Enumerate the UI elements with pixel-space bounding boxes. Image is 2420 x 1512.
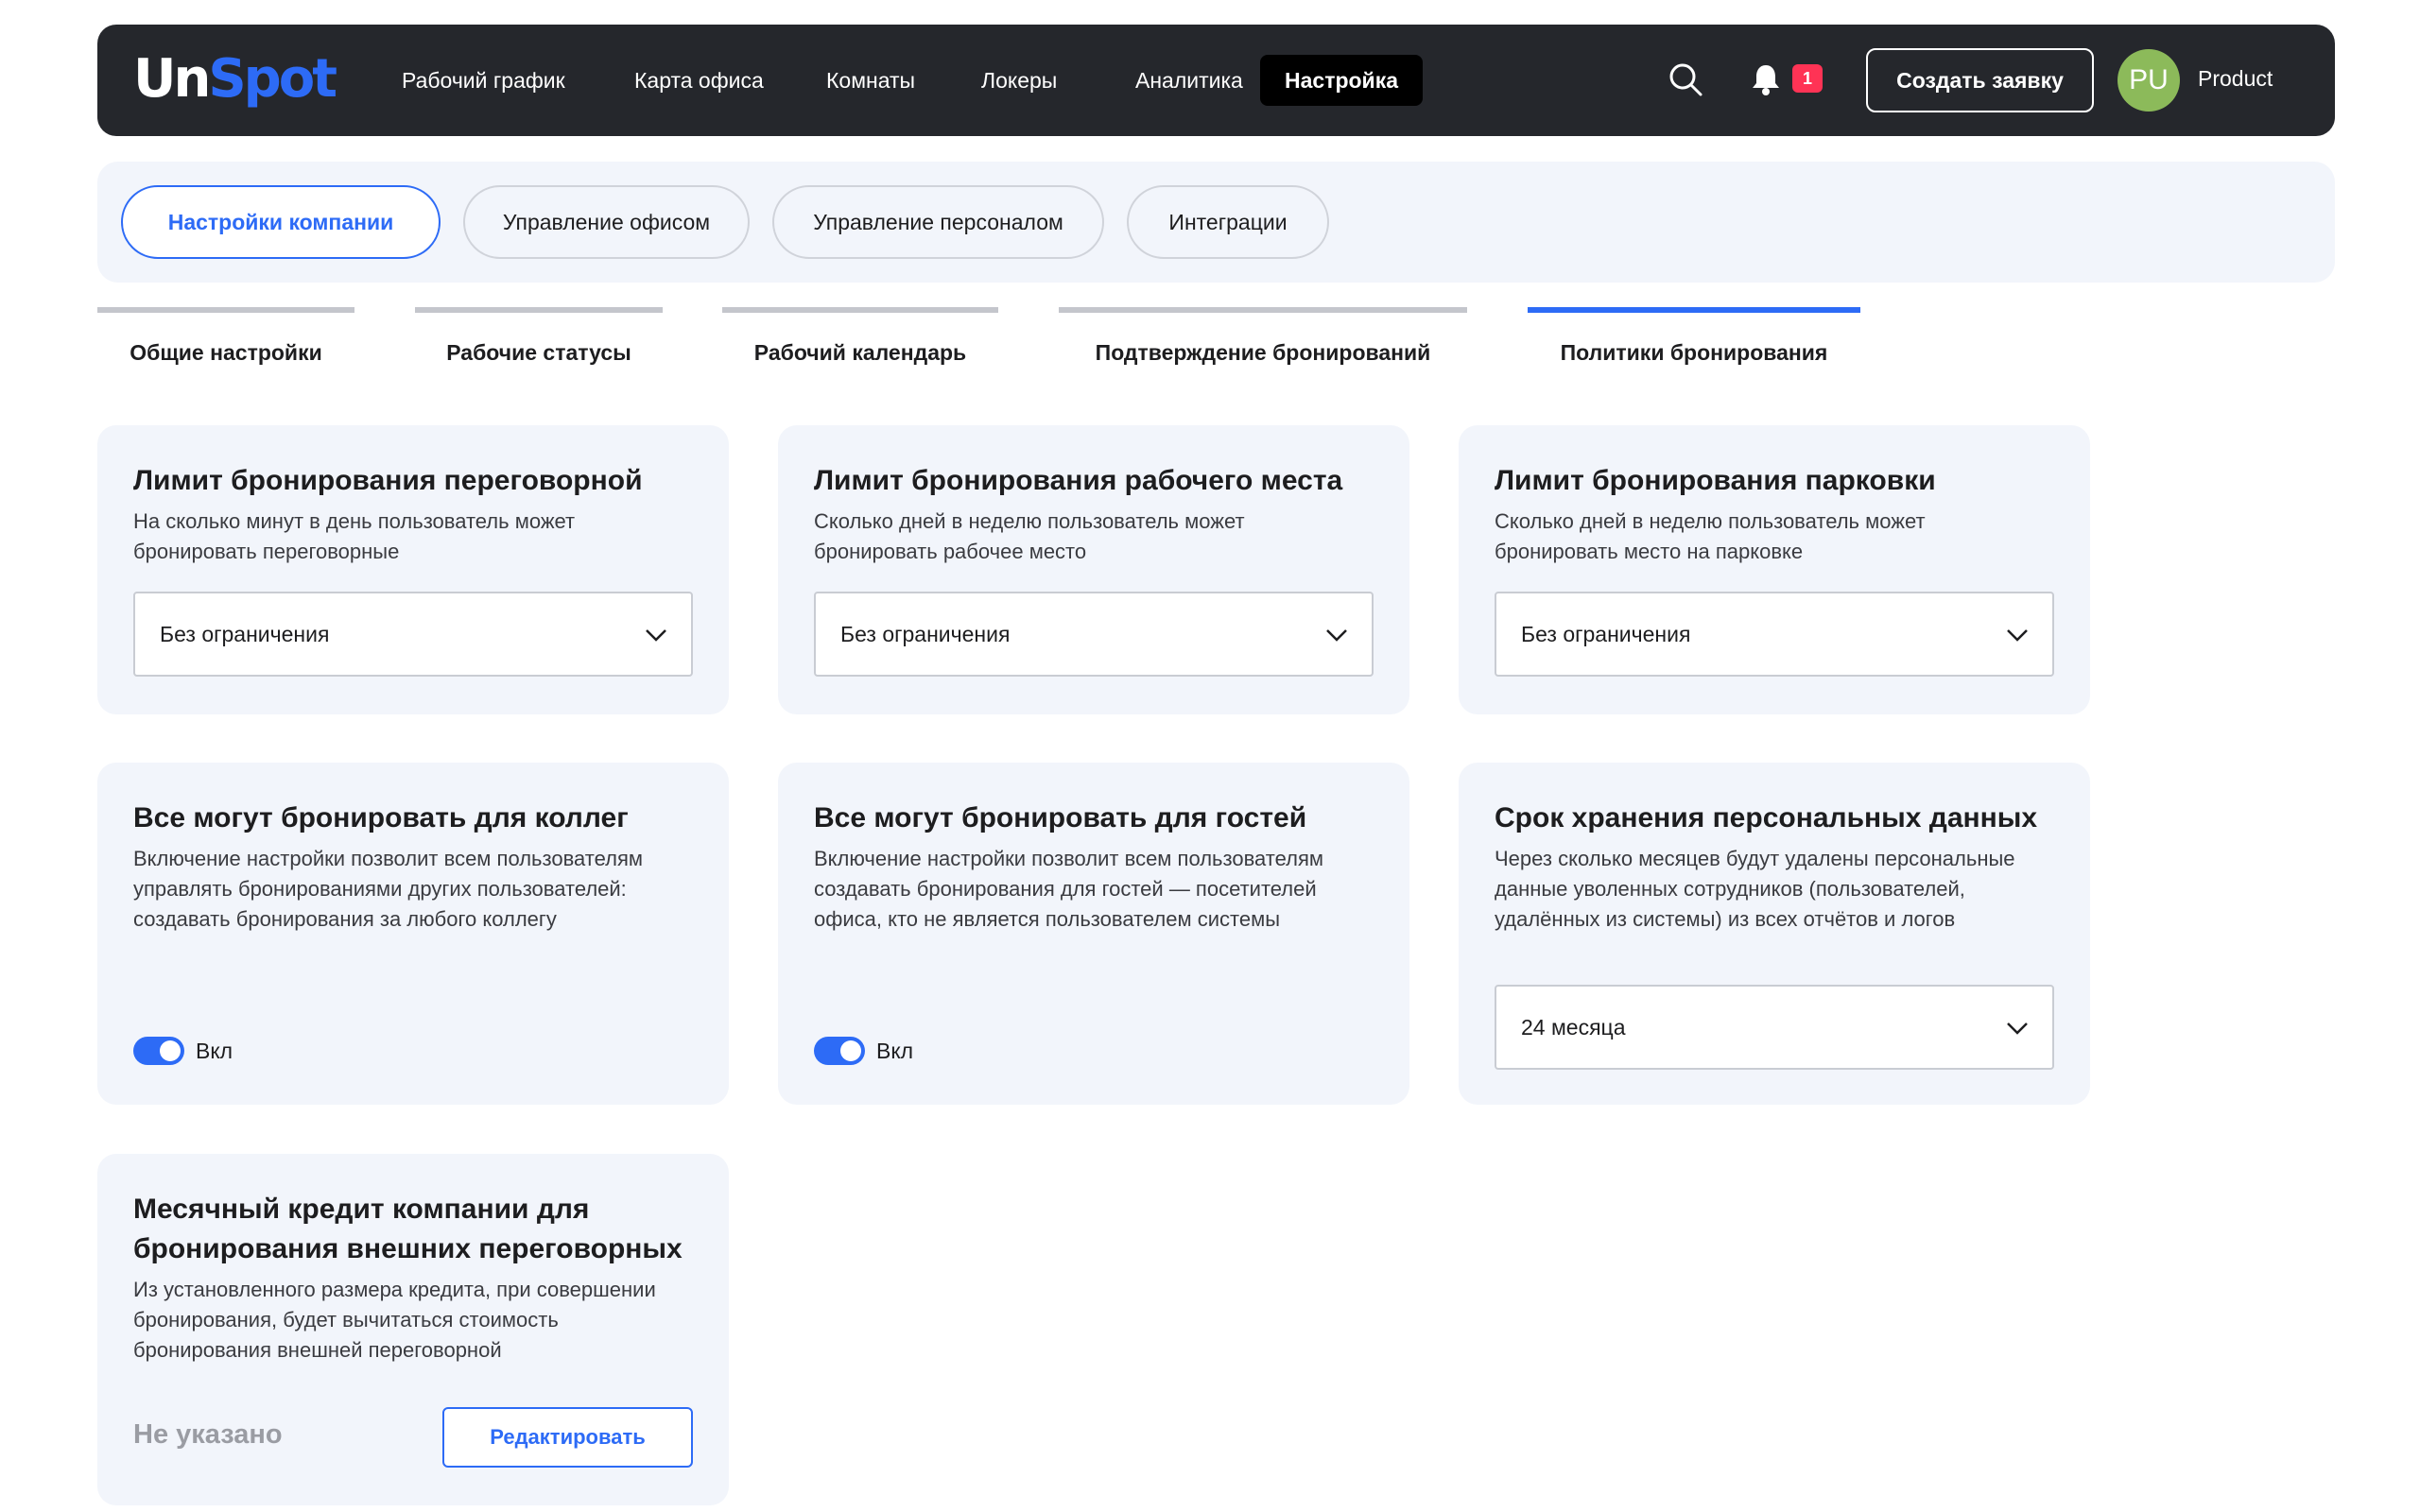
toggle-knob <box>160 1040 181 1061</box>
parking-limit-select[interactable]: Без ограничения <box>1495 592 2054 677</box>
chevron-down-icon <box>1326 629 1347 642</box>
notification-bell-icon[interactable] <box>1750 62 1782 96</box>
notification-count-badge: 1 <box>1792 64 1823 93</box>
toggle-label: Вкл <box>876 1039 914 1063</box>
tab-integrations[interactable]: Интеграции <box>1127 185 1329 259</box>
card-meeting-room-limit: Лимит бронирования переговорной На сколь… <box>97 425 729 714</box>
tab-company-settings[interactable]: Настройки компании <box>121 185 441 259</box>
card-data-retention: Срок хранения персональных данных Через … <box>1459 763 2090 1105</box>
card-title: Лимит бронирования переговорной <box>133 465 643 496</box>
chevron-down-icon <box>2007 1022 2028 1035</box>
subtab-work-statuses[interactable]: Рабочие статусы <box>415 307 663 366</box>
subtab-booking-policies[interactable]: Политики бронирования <box>1528 307 1860 366</box>
card-title: Все могут бронировать для гостей <box>814 802 1307 833</box>
card-description: Через сколько месяцев будут удалены перс… <box>1495 847 2015 931</box>
chevron-down-icon <box>646 629 666 642</box>
tab-office-management[interactable]: Управление офисом <box>463 185 750 259</box>
card-title: Все могут бронировать для коллег <box>133 802 629 833</box>
card-title: Срок хранения персональных данных <box>1495 802 2038 833</box>
select-value: 24 месяца <box>1521 1015 1626 1040</box>
nav-lockers[interactable]: Локеры <box>957 55 1081 106</box>
card-title: Лимит бронирования парковки <box>1495 465 1936 496</box>
tab-staff-management[interactable]: Управление персоналом <box>772 185 1104 259</box>
card-description: Из установленного размера кредита, при с… <box>133 1278 656 1362</box>
desk-limit-select[interactable]: Без ограничения <box>814 592 1374 677</box>
meeting-limit-select[interactable]: Без ограничения <box>133 592 693 677</box>
subtab-general-settings[interactable]: Общие настройки <box>97 307 354 366</box>
select-value: Без ограничения <box>1521 622 1691 646</box>
toggle-label: Вкл <box>196 1039 233 1063</box>
card-description: Включение настройки позволит всем пользо… <box>133 847 643 931</box>
search-icon[interactable] <box>1667 60 1704 98</box>
card-description: Сколько дней в неделю пользователь может… <box>814 509 1245 563</box>
logo-text-un: Un <box>133 48 211 110</box>
card-description: Сколько дней в неделю пользователь может… <box>1495 509 1926 563</box>
select-value: Без ограничения <box>160 622 330 646</box>
nav-analytics[interactable]: Аналитика <box>1111 55 1268 106</box>
unspot-logo[interactable]: UnSpot <box>133 48 337 110</box>
nav-rooms[interactable]: Комнаты <box>802 55 940 106</box>
settings-section-tabs: Настройки компании Управление офисом Упр… <box>97 162 2335 283</box>
nav-work-schedule[interactable]: Рабочий график <box>377 55 590 106</box>
nav-settings[interactable]: Настройка <box>1260 55 1423 106</box>
top-navigation-bar: UnSpot Рабочий график Карта офиса Комнат… <box>97 25 2335 136</box>
card-title: Месячный кредит компании для бронировани… <box>133 1194 683 1264</box>
nav-office-map[interactable]: Карта офиса <box>610 55 788 106</box>
card-desk-limit: Лимит бронирования рабочего места Скольк… <box>778 425 1409 714</box>
chevron-down-icon <box>2007 629 2028 642</box>
card-description: Включение настройки позволит всем пользо… <box>814 847 1323 931</box>
data-retention-select[interactable]: 24 месяца <box>1495 985 2054 1070</box>
card-parking-limit: Лимит бронирования парковки Сколько дней… <box>1459 425 2090 714</box>
toggle-knob <box>840 1040 861 1061</box>
select-value: Без ограничения <box>840 622 1011 646</box>
subtab-work-calendar[interactable]: Рабочий календарь <box>722 307 998 366</box>
card-book-for-guests: Все могут бронировать для гостей Включен… <box>778 763 1409 1105</box>
user-name[interactable]: Product <box>2198 62 2273 94</box>
guests-toggle-switch[interactable] <box>814 1037 865 1065</box>
card-title: Лимит бронирования рабочего места <box>814 465 1343 496</box>
user-avatar[interactable]: PU <box>2118 49 2180 112</box>
edit-credit-button[interactable]: Редактировать <box>442 1407 693 1468</box>
colleagues-toggle-switch[interactable] <box>133 1037 184 1065</box>
create-request-button[interactable]: Создать заявку <box>1866 48 2094 112</box>
card-description: На сколько минут в день пользователь мож… <box>133 509 576 563</box>
card-monthly-credit: Месячный кредит компании для бронировани… <box>97 1154 729 1505</box>
card-book-for-colleagues: Все могут бронировать для коллег Включен… <box>97 763 729 1105</box>
subtab-booking-confirmation[interactable]: Подтверждение бронирований <box>1059 307 1467 366</box>
logo-text-spot: Spot <box>208 48 337 110</box>
credit-value: Не указано <box>133 1419 283 1450</box>
